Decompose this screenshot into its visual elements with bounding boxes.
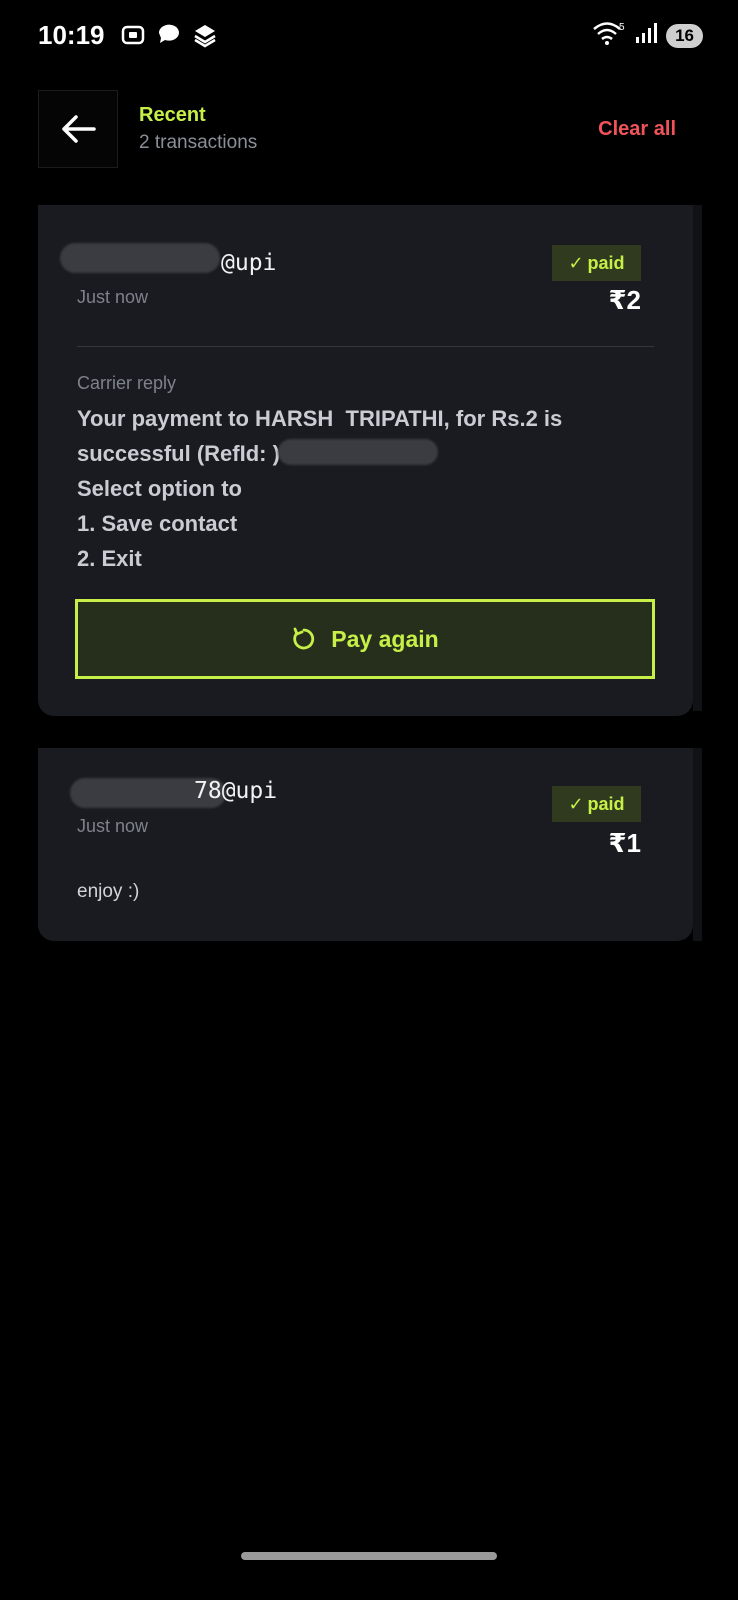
transaction-note: enjoy :) xyxy=(77,881,140,902)
wifi-label: 5 xyxy=(619,22,625,33)
notification-icons xyxy=(120,22,218,48)
pay-again-button[interactable]: Pay again xyxy=(75,599,655,679)
redacted-ref-id xyxy=(278,439,438,465)
transaction-time: Just now xyxy=(77,287,149,307)
divider xyxy=(77,346,654,347)
clear-all-button[interactable]: Clear all xyxy=(598,118,676,141)
transaction-amount: ₹1 xyxy=(608,828,641,858)
card-edge xyxy=(693,748,702,941)
chat-bubble-icon xyxy=(156,22,182,48)
carrier-line: 1. Save contact xyxy=(77,511,238,536)
screen: 10:19 5 16 Recent 2 transactions Clear a… xyxy=(0,0,738,1600)
status-time: 10:19 xyxy=(38,20,105,50)
status-badge: ✓ paid xyxy=(552,786,641,822)
transaction-count: 2 transactions xyxy=(139,132,258,153)
page-title: Recent xyxy=(139,104,206,126)
refresh-icon xyxy=(293,627,315,650)
status-label: paid xyxy=(587,793,625,814)
transaction-time: Just now xyxy=(77,816,149,836)
carrier-reply-text: Your payment to HARSH TRIPATHI, for Rs.2… xyxy=(77,401,637,576)
status-badge: ✓ paid xyxy=(552,245,641,281)
redacted-upi-prefix xyxy=(60,243,220,273)
status-bar: 10:19 5 16 xyxy=(0,0,738,70)
transaction-card: @upi Just now ✓ paid ₹2 Carrier reply Yo… xyxy=(38,205,702,716)
system-icons: 5 16 xyxy=(592,20,703,51)
back-button[interactable] xyxy=(38,90,118,168)
carrier-line: Select option to xyxy=(77,476,242,501)
carrier-line: 2. Exit xyxy=(77,546,142,571)
pay-again-label: Pay again xyxy=(331,625,439,652)
carrier-reply-label: Carrier reply xyxy=(77,373,177,393)
battery-icon: 16 xyxy=(666,23,703,48)
card-edge xyxy=(693,205,702,711)
upi-id: 78@upi xyxy=(194,778,278,804)
wifi-icon: 5 xyxy=(592,20,626,51)
upi-id: @upi xyxy=(221,250,277,276)
signal-icon xyxy=(634,21,658,50)
status-label: paid xyxy=(587,252,625,273)
transaction-card: 78@upi Just now ✓ paid ₹1 enjoy :) xyxy=(38,748,702,941)
stack-app-icon xyxy=(192,22,218,48)
screen-record-icon xyxy=(120,22,146,48)
home-indicator[interactable] xyxy=(241,1552,497,1560)
check-icon: ✓ xyxy=(568,252,584,273)
arrow-left-icon xyxy=(62,115,96,143)
transaction-amount: ₹2 xyxy=(608,285,641,315)
check-icon: ✓ xyxy=(568,793,584,814)
carrier-line: Your payment to HARSH TRIPATHI, for Rs.2… xyxy=(77,406,563,431)
